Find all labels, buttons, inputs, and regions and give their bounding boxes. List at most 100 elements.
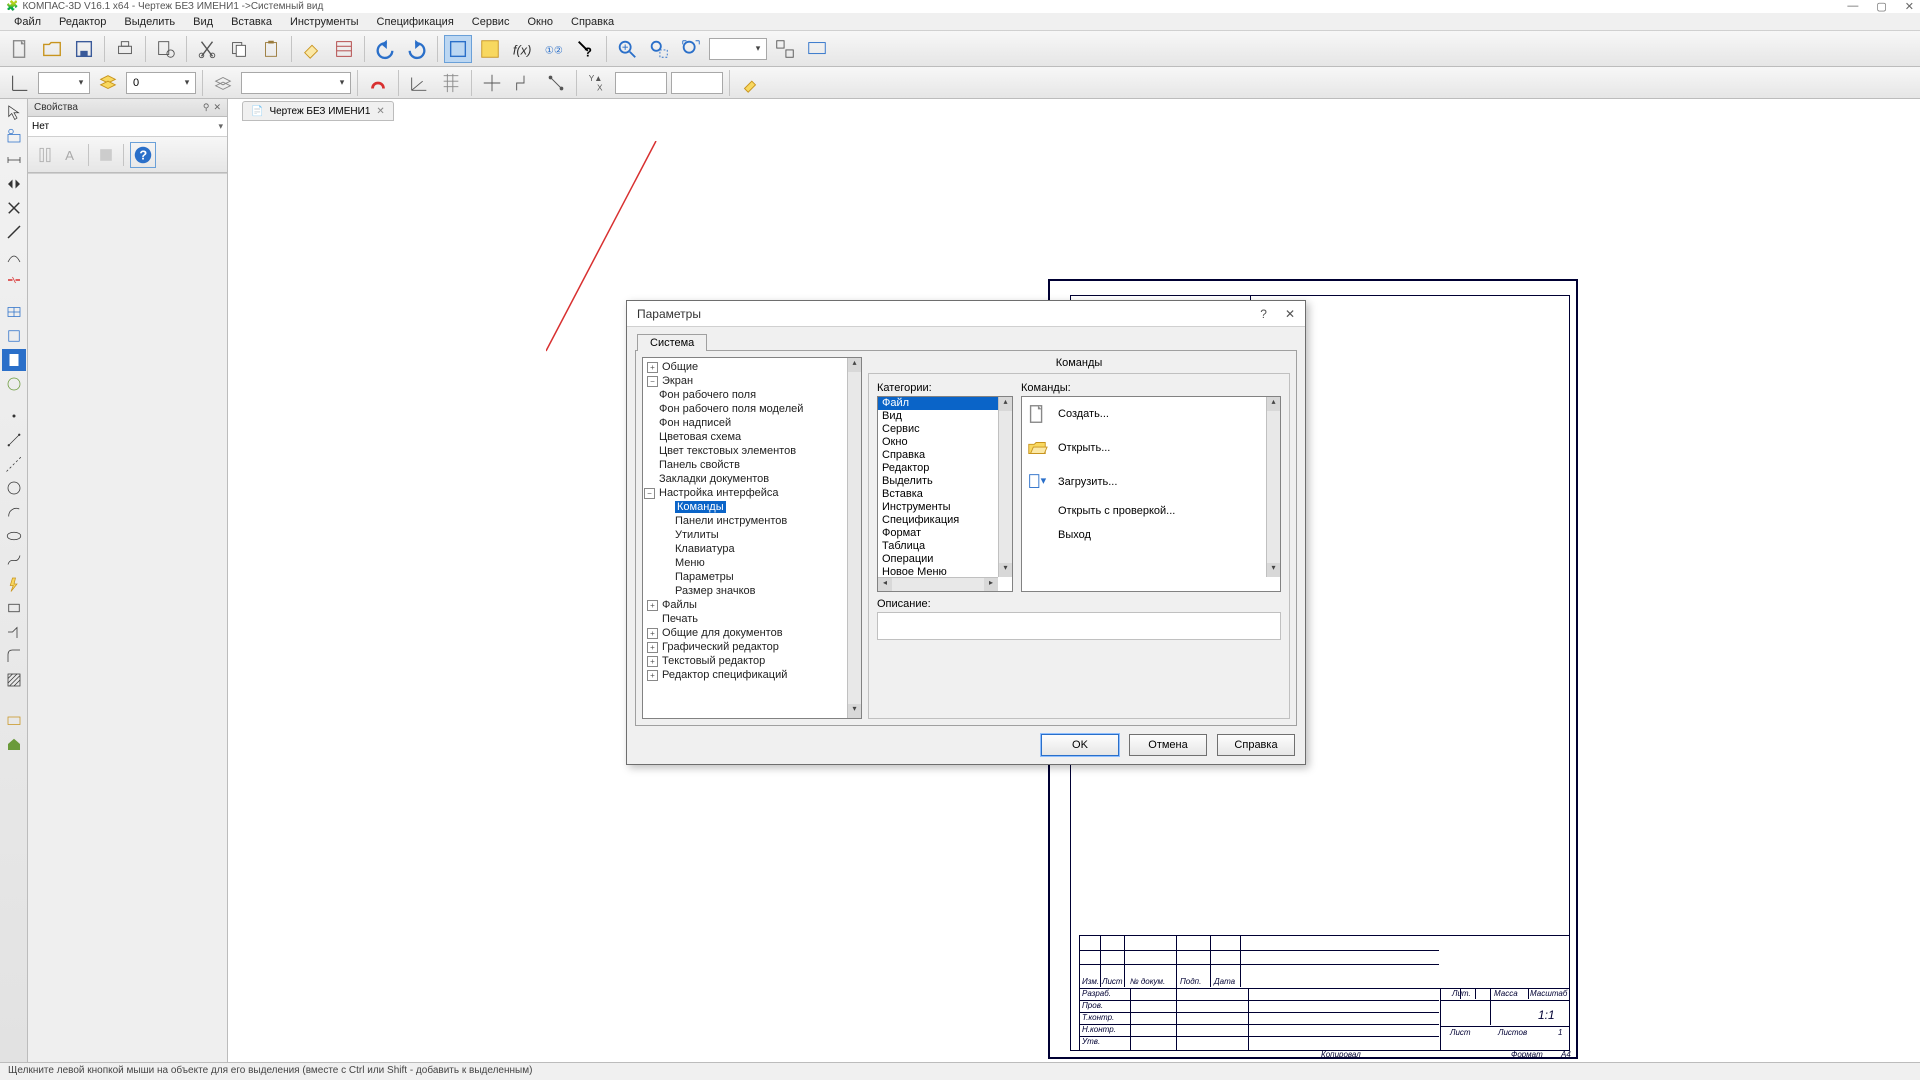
minimize-button[interactable]: — [1847,0,1858,13]
arc2-tool[interactable] [2,501,26,523]
snap-button[interactable] [364,69,392,97]
menu-help[interactable]: Справка [563,14,622,30]
cat-hscrollbar[interactable]: ◂▸ [878,577,998,591]
cmd-open-check[interactable]: Открыть с проверкой... [1022,499,1280,523]
new-doc-button[interactable] [6,35,34,63]
panel-close-icon[interactable]: ✕ [213,102,221,113]
view-tool[interactable] [2,325,26,347]
zoom-combo[interactable]: ▾ [709,38,767,60]
segment-tool[interactable] [2,429,26,451]
marker-button[interactable] [736,69,764,97]
tab-system[interactable]: Система [637,334,707,351]
rect2-tool[interactable] [2,709,26,731]
menu-select[interactable]: Выделить [116,14,183,30]
geometry-tool[interactable] [2,125,26,147]
spline-tool[interactable] [2,549,26,571]
zoom-window-button[interactable] [645,35,673,63]
menu-editor[interactable]: Редактор [51,14,114,30]
maximize-button[interactable]: ▢ [1876,0,1886,13]
chamfer-tool[interactable] [2,621,26,643]
variables-button[interactable] [476,35,504,63]
undo-button[interactable] [371,35,399,63]
ucs-button[interactable] [6,69,34,97]
menu-spec[interactable]: Спецификация [369,14,462,30]
menu-file[interactable]: Файл [6,14,49,30]
dialog-help-btn[interactable]: Справка [1217,734,1295,756]
commands-list[interactable]: Создать... Открыть... Загрузить... [1021,396,1281,592]
print-button[interactable] [111,35,139,63]
cmd-create[interactable]: Создать... [1022,397,1280,431]
library-button[interactable] [444,35,472,63]
fillet-tool[interactable] [2,645,26,667]
tab-close-icon[interactable]: ✕ [376,106,384,117]
panel-btn2[interactable]: A [60,144,82,166]
bolt-tool[interactable] [2,573,26,595]
table-tool[interactable] [2,301,26,323]
rect-tool[interactable] [2,597,26,619]
circle-tool[interactable] [2,477,26,499]
cancel-button[interactable]: Отмена [1129,734,1207,756]
settings-tree[interactable]: +Общие −Экран Фон рабочего поля Фон рабо… [642,357,862,719]
ellipse-tool[interactable] [2,525,26,547]
tree-scrollbar[interactable]: ▴▾ [847,358,861,718]
cmd-exit[interactable]: Выход [1022,523,1280,547]
menu-view[interactable]: Вид [185,14,221,30]
zoom-in-button[interactable] [613,35,641,63]
angle-button[interactable] [405,69,433,97]
panel-pin-icon[interactable]: ⚲ [203,102,210,113]
virtual-button[interactable] [542,69,570,97]
ok-button[interactable]: OK [1041,734,1119,756]
xy-button[interactable]: Y▲X [583,69,611,97]
document-tab[interactable]: 📄 Чертеж БЕЗ ИМЕНИ1 ✕ [242,101,394,121]
y-input[interactable] [671,72,723,94]
panel-btn3[interactable] [95,144,117,166]
spec-tool[interactable] [2,349,26,371]
properties-button[interactable] [330,35,358,63]
ortho-button[interactable] [478,69,506,97]
dialog-close-button[interactable]: ✕ [1285,307,1295,321]
layer-mgr-button[interactable] [94,69,122,97]
menu-insert[interactable]: Вставка [223,14,280,30]
edit-tool[interactable] [2,197,26,219]
panel-help-button[interactable]: ? [130,142,156,168]
grid-button[interactable] [437,69,465,97]
style-combo[interactable]: ▾ [241,72,351,94]
path-button[interactable] [510,69,538,97]
coord-button[interactable] [771,35,799,63]
hatch-tool[interactable] [2,669,26,691]
arc-tool[interactable] [2,245,26,267]
symbols-tool[interactable] [2,173,26,195]
line-tool[interactable] [2,221,26,243]
cmd-load[interactable]: Загрузить... [1022,465,1280,499]
point-tool[interactable] [2,405,26,427]
screen-button[interactable] [803,35,831,63]
select-tool[interactable] [2,101,26,123]
report-tool[interactable] [2,373,26,395]
break-tool[interactable] [2,269,26,291]
rebuild-button[interactable]: ①② [540,35,568,63]
redo-button[interactable] [403,35,431,63]
cat-file[interactable]: Файл [878,397,1012,410]
dimension-tool[interactable] [2,149,26,171]
fx-button[interactable]: f(x) [508,35,536,63]
preview-button[interactable] [152,35,180,63]
cat-scrollbar[interactable]: ▴▾ [998,397,1012,577]
layer-combo[interactable]: 0▾ [126,72,196,94]
cmd-scrollbar[interactable]: ▴▾ [1266,397,1280,577]
open-button[interactable] [38,35,66,63]
zoom-fit-button[interactable] [677,35,705,63]
copy-button[interactable] [225,35,253,63]
tree-item-commands[interactable]: Команды [643,500,861,514]
infinite-line-tool[interactable] [2,453,26,475]
help-button[interactable]: ? [572,35,600,63]
save-button[interactable] [70,35,98,63]
categories-list[interactable]: Файл Вид Сервис Окно Справка Редактор Вы… [877,396,1013,592]
home-tool[interactable] [2,733,26,755]
layers-button[interactable] [209,69,237,97]
panel-btn1[interactable] [34,144,56,166]
menu-window[interactable]: Окно [519,14,561,30]
paste-button[interactable] [257,35,285,63]
view-combo[interactable]: ▾ [38,72,90,94]
eraser-button[interactable] [298,35,326,63]
menu-service[interactable]: Сервис [464,14,518,30]
